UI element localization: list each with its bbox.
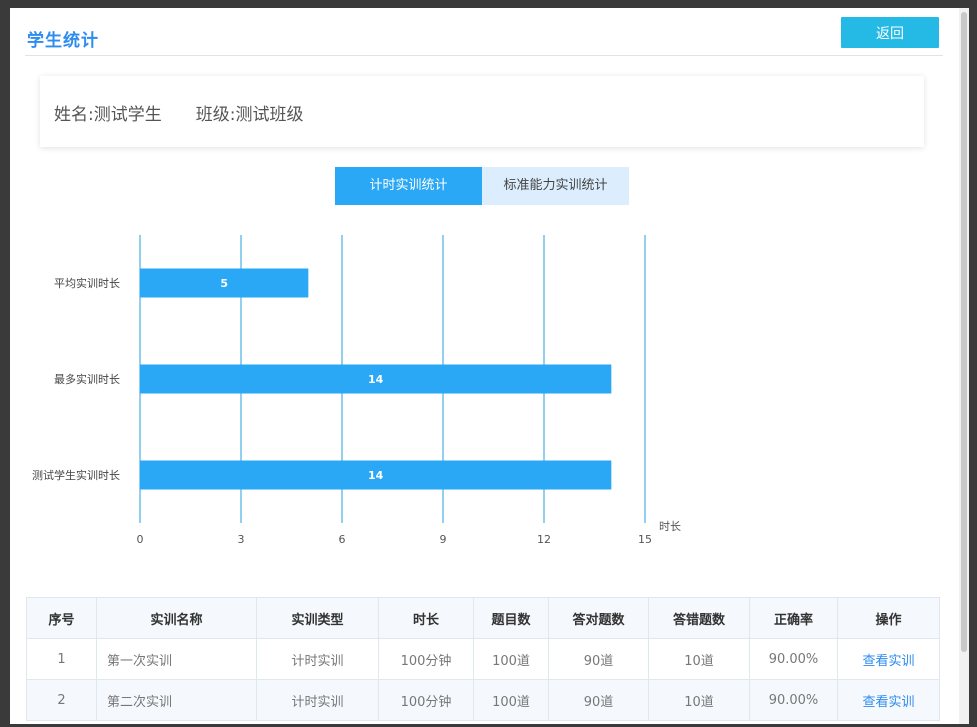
cell-name: 第二次实训 bbox=[96, 679, 257, 721]
class-value: 测试班级 bbox=[235, 105, 304, 125]
col-header-name: 实训名称 bbox=[96, 597, 257, 639]
table-row: 2 第二次实训 计时实训 100分钟 100道 90道 10道 90.00% 查… bbox=[26, 679, 940, 721]
duration-chart-svg: 0 3 6 9 12 15 时长 5 平均实训时长 14 最多实训时长 14 测试学生实训时长 bbox=[32, 235, 681, 546]
col-header-duration: 时长 bbox=[378, 597, 474, 639]
cell-correct: 90道 bbox=[548, 679, 649, 721]
bar-data-label: 14 bbox=[368, 373, 384, 386]
col-header-type: 实训类型 bbox=[256, 597, 379, 639]
cell-index: 1 bbox=[26, 638, 97, 680]
col-header-questions: 题目数 bbox=[473, 597, 549, 639]
cell-type: 计时实训 bbox=[256, 638, 379, 680]
x-tick-label: 6 bbox=[339, 533, 346, 546]
x-tick-label: 0 bbox=[137, 533, 144, 546]
cell-correct: 90道 bbox=[548, 638, 649, 680]
name-value: 测试学生 bbox=[93, 105, 162, 125]
training-table: 序号 实训名称 实训类型 时长 题目数 答对题数 答错题数 正确率 操作 1 第… bbox=[26, 597, 940, 721]
duration-chart: 0 3 6 9 12 15 时长 5 平均实训时长 14 最多实训时长 14 测试学生实训时长 bbox=[10, 223, 710, 553]
name-label: 姓名: bbox=[54, 105, 94, 125]
page-scrollbar[interactable] bbox=[959, 8, 969, 724]
y-category-label: 最多实训时长 bbox=[54, 372, 120, 386]
cell-type: 计时实训 bbox=[256, 679, 379, 721]
y-category-label: 测试学生实训时长 bbox=[32, 468, 120, 482]
x-tick-label: 9 bbox=[440, 533, 447, 546]
student-info-card: 姓名:测试学生 班级:测试班级 bbox=[40, 76, 924, 147]
cell-wrong: 10道 bbox=[648, 638, 750, 680]
x-tick-label: 15 bbox=[638, 533, 652, 546]
x-axis-label: 时长 bbox=[659, 520, 681, 533]
table-header-row: 序号 实训名称 实训类型 时长 题目数 答对题数 答错题数 正确率 操作 bbox=[26, 597, 940, 639]
cell-name: 第一次实训 bbox=[96, 638, 257, 680]
cell-questions: 100道 bbox=[473, 638, 549, 680]
cell-duration: 100分钟 bbox=[378, 638, 474, 680]
x-tick-label: 3 bbox=[238, 533, 245, 546]
header: 学生统计 返回 bbox=[25, 8, 943, 56]
cell-wrong: 10道 bbox=[648, 679, 750, 721]
bar-data-label: 14 bbox=[368, 469, 384, 482]
bar-data-label: 5 bbox=[220, 277, 228, 290]
cell-questions: 100道 bbox=[473, 679, 549, 721]
class-label: 班级: bbox=[195, 105, 236, 125]
col-header-index: 序号 bbox=[26, 597, 97, 639]
view-training-link[interactable]: 查看实训 bbox=[837, 638, 940, 680]
cell-accuracy: 90.00% bbox=[749, 679, 838, 721]
tab-timed-training[interactable]: 计时实训统计 bbox=[335, 167, 482, 205]
y-category-label: 平均实训时长 bbox=[54, 276, 120, 290]
x-tick-label: 12 bbox=[537, 533, 551, 546]
cell-duration: 100分钟 bbox=[378, 679, 474, 721]
page-title: 学生统计 bbox=[27, 31, 99, 51]
view-training-link[interactable]: 查看实训 bbox=[837, 679, 940, 721]
scrollbar-thumb[interactable] bbox=[961, 12, 967, 652]
back-button[interactable]: 返回 bbox=[841, 17, 939, 48]
student-info-row: 姓名:测试学生 班级:测试班级 bbox=[54, 100, 303, 125]
stats-tabs: 计时实训统计 标准能力实训统计 bbox=[335, 167, 629, 205]
cell-index: 2 bbox=[26, 679, 97, 721]
tab-standard-ability[interactable]: 标准能力实训统计 bbox=[482, 167, 629, 205]
cell-accuracy: 90.00% bbox=[749, 638, 838, 680]
col-header-correct: 答对题数 bbox=[548, 597, 649, 639]
table-row: 1 第一次实训 计时实训 100分钟 100道 90道 10道 90.00% 查… bbox=[26, 638, 940, 680]
col-header-wrong: 答错题数 bbox=[648, 597, 750, 639]
col-header-accuracy: 正确率 bbox=[749, 597, 838, 639]
col-header-action: 操作 bbox=[837, 597, 940, 639]
page: 学生统计 返回 姓名:测试学生 班级:测试班级 计时实训统计 标准能力实训统计 0… bbox=[10, 8, 959, 724]
